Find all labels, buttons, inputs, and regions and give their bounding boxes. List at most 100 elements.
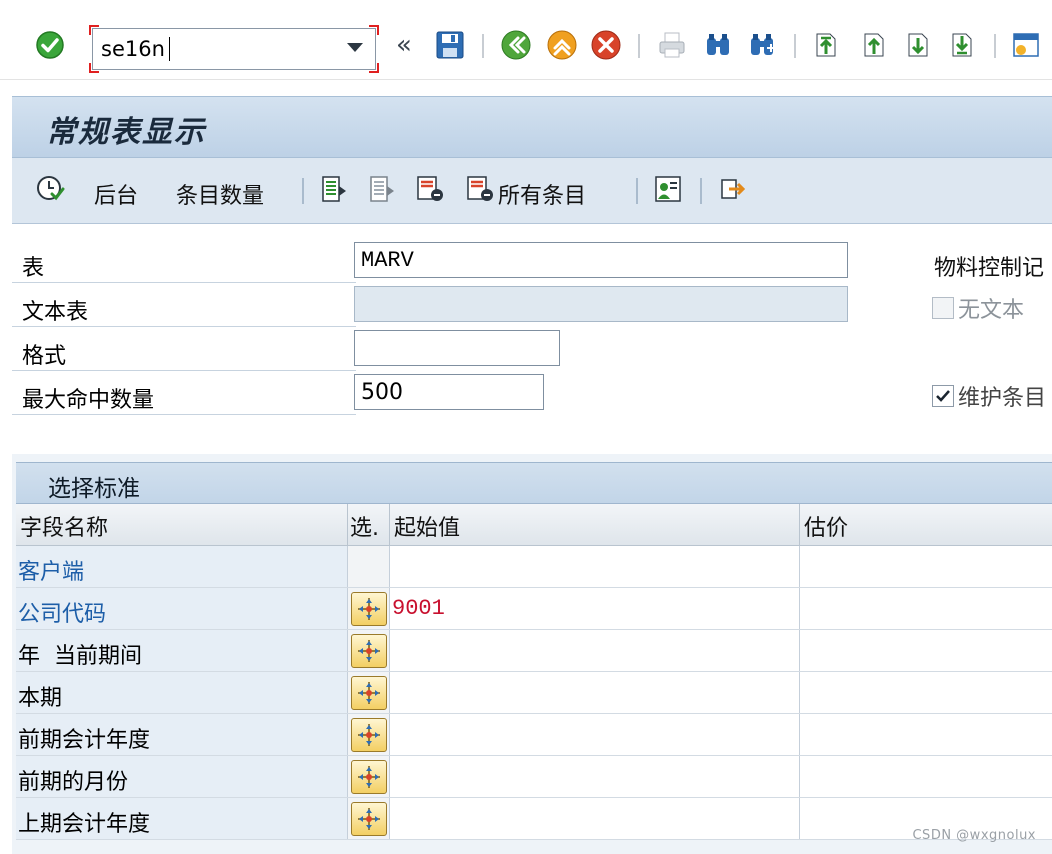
layout-input[interactable]: [354, 330, 560, 366]
field-name: 上期会计年度: [16, 798, 348, 839]
background-button[interactable]: 后台: [94, 178, 138, 210]
next-page-icon[interactable]: [902, 28, 934, 62]
chevron-down-icon[interactable]: [347, 43, 363, 52]
from-value-cell[interactable]: 9001: [390, 588, 800, 629]
new-session-icon[interactable]: [1010, 28, 1042, 62]
no-text-checkbox[interactable]: 无文本: [932, 292, 1024, 324]
table-description: 物料控制记: [934, 256, 1045, 281]
back-icon[interactable]: [500, 28, 532, 62]
find-next-icon[interactable]: [746, 28, 778, 62]
column-header-field[interactable]: 字段名称: [16, 504, 348, 546]
delete-all-icon[interactable]: [464, 172, 496, 206]
multiple-selection-icon[interactable]: [350, 759, 387, 794]
selection-grid: 客户端 公司代码 9001 年 当前期间 本期 前期会计年度 前期的月份 上期会…: [16, 546, 1052, 854]
selection-form: 表 文本表 格式 最大命中数量 物料控制记 无文本 维护条目: [12, 224, 1052, 454]
max-hits-label: 最大命中数量: [22, 388, 155, 413]
text-caret: [169, 37, 170, 61]
exit-icon[interactable]: [546, 28, 578, 62]
command-input[interactable]: [101, 35, 331, 63]
table-input[interactable]: [354, 242, 848, 278]
checkbox-checked-icon: [932, 385, 954, 407]
from-value-cell[interactable]: [390, 756, 800, 797]
estimate-cell: [800, 714, 1052, 755]
page-title: 常规表显示: [46, 115, 206, 150]
toolbar-separator: [638, 34, 640, 58]
find-icon[interactable]: [702, 28, 734, 62]
estimate-cell: [800, 546, 1052, 587]
select-all-icon[interactable]: [318, 172, 350, 206]
column-header-from[interactable]: 起始值: [390, 504, 800, 546]
from-value-cell[interactable]: [390, 798, 800, 839]
system-toolbar: «: [0, 14, 1052, 80]
maintain-entries-checkbox[interactable]: 维护条目: [932, 380, 1046, 412]
previous-page-icon[interactable]: [858, 28, 890, 62]
from-value-cell[interactable]: [390, 630, 800, 671]
field-name: 前期的月份: [16, 756, 348, 797]
field-name-link[interactable]: 客户端: [16, 546, 348, 587]
select-cell: [348, 798, 390, 839]
toolbar-separator: [794, 34, 796, 58]
estimate-cell: [800, 756, 1052, 797]
table-row: 客户端: [16, 546, 1052, 588]
execute-clock-icon[interactable]: [34, 172, 66, 206]
deselect-all-icon[interactable]: [366, 172, 398, 206]
grid-header: 字段名称 选. 起始值 估价: [16, 504, 1052, 546]
multiple-selection-icon[interactable]: [350, 633, 387, 668]
print-icon[interactable]: [656, 28, 688, 62]
column-header-estimate[interactable]: 估价: [800, 504, 1052, 546]
toolbar-separator: [636, 178, 638, 204]
field-name: 年 当前期间: [16, 630, 348, 671]
table-row: 公司代码 9001: [16, 588, 1052, 630]
from-value-cell[interactable]: [390, 672, 800, 713]
export-icon[interactable]: [718, 172, 750, 206]
last-page-icon[interactable]: [946, 28, 978, 62]
title-bar: 常规表显示: [12, 96, 1052, 158]
application-toolbar: 后台 条目数量 所有条目: [12, 158, 1052, 224]
all-entries-button[interactable]: 所有条目: [498, 178, 586, 210]
user-settings-icon[interactable]: [652, 172, 684, 206]
select-cell: [348, 714, 390, 755]
command-field[interactable]: [89, 25, 379, 73]
estimate-cell: [800, 630, 1052, 671]
toolbar-separator: [482, 34, 484, 58]
table-row: 前期的月份: [16, 756, 1052, 798]
table-row: 上期会计年度: [16, 798, 1052, 840]
text-table-input[interactable]: [354, 286, 848, 322]
delete-row-icon[interactable]: [414, 172, 446, 206]
multiple-selection-icon[interactable]: [350, 591, 387, 626]
field-name-link[interactable]: 公司代码: [16, 588, 348, 629]
column-header-select[interactable]: 选.: [348, 504, 390, 546]
select-cell: [348, 588, 390, 629]
field-name: 前期会计年度: [16, 714, 348, 755]
multiple-selection-icon[interactable]: [350, 801, 387, 836]
multiple-selection-icon[interactable]: [350, 675, 387, 710]
enter-check-icon[interactable]: [34, 28, 66, 62]
cancel-icon[interactable]: [590, 28, 622, 62]
collapse-icon[interactable]: «: [388, 28, 420, 62]
select-cell: [348, 756, 390, 797]
select-cell: [348, 672, 390, 713]
table-row: 本期: [16, 672, 1052, 714]
menu-bar: [0, 0, 1052, 14]
estimate-cell: [800, 672, 1052, 713]
checkbox-icon: [932, 297, 954, 319]
toolbar-separator: [994, 34, 996, 58]
selection-criteria-header: 选择标准: [16, 462, 1052, 504]
table-label: 表: [22, 256, 45, 281]
first-page-icon[interactable]: [810, 28, 842, 62]
estimate-cell: [800, 588, 1052, 629]
watermark: CSDN @wxgnolux: [912, 828, 1036, 843]
from-value-cell[interactable]: [390, 546, 800, 587]
select-cell: [348, 630, 390, 671]
layout-label: 格式: [22, 344, 67, 369]
entry-count-button[interactable]: 条目数量: [176, 178, 264, 210]
select-cell: [348, 546, 390, 587]
multiple-selection-icon[interactable]: [350, 717, 387, 752]
table-row: 前期会计年度: [16, 714, 1052, 756]
max-hits-input[interactable]: [354, 374, 544, 410]
from-value-cell[interactable]: [390, 714, 800, 755]
application-area: 常规表显示 后台 条目数量 所有条目 表 MARV 文本表 格式 最大命中数量 …: [12, 96, 1052, 854]
save-icon[interactable]: [434, 28, 466, 62]
section-title: 选择标准: [48, 476, 140, 502]
field-name: 本期: [16, 672, 348, 713]
